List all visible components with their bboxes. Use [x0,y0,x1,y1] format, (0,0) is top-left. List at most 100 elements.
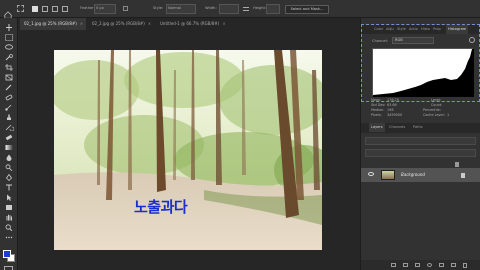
frame-tool-icon[interactable] [4,74,14,81]
tab-color[interactable]: Color [374,25,383,34]
tab-02-2[interactable]: 02_2.jpg @ 25% (RGB/8#) × [88,18,154,30]
lasso-tool-icon[interactable] [4,44,14,51]
layers-footer [361,260,480,270]
anti-alias-checkbox[interactable] [123,6,128,11]
style-label: Style: [153,6,164,10]
new-layer-icon[interactable] [451,263,456,267]
quick-select-tool-icon[interactable] [4,54,14,61]
clone-stamp-tool-icon[interactable] [4,114,14,121]
type-tool-icon[interactable] [4,184,14,191]
layer-name: Background [401,172,425,177]
close-icon[interactable]: × [148,21,151,26]
fx-icon[interactable] [403,263,408,267]
document-image[interactable]: 노출과다 [54,50,322,250]
lock-icon[interactable] [455,162,459,167]
tab-adjustments[interactable]: Adju [386,25,394,34]
adjustment-layer-icon[interactable] [427,263,432,267]
height-input[interactable] [266,4,280,14]
style-value: Normal [168,6,182,10]
tools-panel [0,18,18,270]
path-selection-tool-icon[interactable] [4,194,14,201]
options-bar: Feather: 0 px Style: Normal Width: Heigh… [0,0,480,19]
right-panels: Color Adju Style Actio Histo Prop Histog… [360,18,480,270]
select-and-mask-button[interactable]: Select and Mask... [285,5,329,14]
histogram-panel-tabs: Color Adju Style Actio Histo Prop Histog… [362,25,479,34]
new-selection-icon[interactable] [32,6,38,12]
close-icon[interactable]: × [80,21,83,26]
tab-layers[interactable]: Layers [369,123,385,132]
delete-layer-icon[interactable] [463,263,467,268]
marquee-tool-icon[interactable] [4,34,14,41]
swap-dimensions-icon[interactable] [243,7,249,11]
count-label: Count: [431,103,443,107]
document-tabs: 02_1.jpg @ 25% (RGB/8#) × 02_2.jpg @ 25% … [20,18,360,30]
crop-tool-icon[interactable] [4,64,14,71]
foreground-color-swatch[interactable] [3,250,11,258]
tab-paths[interactable]: Paths [413,123,423,132]
home-icon[interactable] [4,4,12,19]
refresh-icon[interactable] [469,37,475,43]
subtract-selection-icon[interactable] [52,6,58,12]
new-group-icon[interactable] [439,263,444,267]
median-label: Median: [371,108,385,112]
eye-icon[interactable] [368,172,374,176]
eraser-tool-icon[interactable] [4,134,14,141]
pixels-label: Pixels: [371,113,382,117]
height-label: Height: [253,6,267,10]
blend-mode-select[interactable] [365,149,476,157]
feather-label: Feather: [80,6,95,10]
tab-properties[interactable]: Prop [433,25,441,34]
pen-tool-icon[interactable] [4,174,14,181]
healing-brush-tool-icon[interactable] [4,94,14,101]
gradient-tool-icon[interactable] [4,144,14,151]
histogram-panel: Color Adju Style Actio Histo Prop Histog… [361,24,480,102]
eyedropper-tool-icon[interactable] [4,84,14,91]
width-input[interactable] [219,4,239,14]
percentile-label: Percentile: [423,108,441,112]
blur-tool-icon[interactable] [4,154,14,161]
channel-select[interactable]: RGB [392,37,434,44]
cache-level-value: 1 [447,113,450,117]
layer-lock-icon [461,173,465,178]
tab-histogram[interactable]: Histogram [446,25,469,34]
photoshop-window: Feather: 0 px Style: Normal Width: Heigh… [0,0,480,270]
quick-mask-icon[interactable] [4,266,13,270]
link-layers-icon[interactable] [391,263,396,267]
tab-channels[interactable]: Channels [389,123,405,132]
zoom-tool-icon[interactable] [4,224,14,231]
layer-thumbnail [381,170,395,180]
history-brush-tool-icon[interactable] [4,124,14,131]
tab-untitled-1[interactable]: Untitled-1 @ 66.7% (RGB/8#) × [156,18,236,30]
channel-label: Channel: [372,39,388,43]
add-selection-icon[interactable] [42,6,48,12]
channel-value: RGB [395,38,403,42]
intersect-selection-icon[interactable] [62,6,68,12]
marquee-preset-icon[interactable] [17,5,24,12]
layers-panel-tabs: Layers Channels Paths [361,123,480,133]
overlay-caption: 노출과다 [134,198,188,216]
close-icon[interactable]: × [222,21,225,26]
canvas-area: 노출과다 [19,30,360,270]
tab-label: Untitled-1 @ 66.7% (RGB/8#) [160,21,220,26]
layer-background[interactable]: Background [361,168,480,182]
hand-tool-icon[interactable] [4,214,14,221]
dodge-tool-icon[interactable] [4,164,14,171]
tab-styles[interactable]: Style [397,25,406,34]
tab-actions[interactable]: Actio [409,25,418,34]
median-value: 198 [387,108,394,112]
layer-filter[interactable] [365,137,476,145]
feather-value: 0 px [96,6,104,10]
pixels-value: 3459000 [387,113,403,117]
mean-label: Mean: [371,98,382,102]
tab-history[interactable]: Histo [421,25,430,34]
forest-photo [54,50,322,250]
rectangle-tool-icon[interactable] [4,204,14,211]
move-tool-icon[interactable] [4,24,14,31]
tab-02-1[interactable]: 02_1.jpg @ 25% (RGB/8#) × [20,18,86,30]
brush-tool-icon[interactable] [4,104,14,111]
level-label: Level: [431,98,442,102]
add-mask-icon[interactable] [415,263,420,267]
mean-value: 178.29 [387,98,399,102]
histogram-graph [372,48,474,97]
more-tools-icon[interactable] [4,234,14,241]
